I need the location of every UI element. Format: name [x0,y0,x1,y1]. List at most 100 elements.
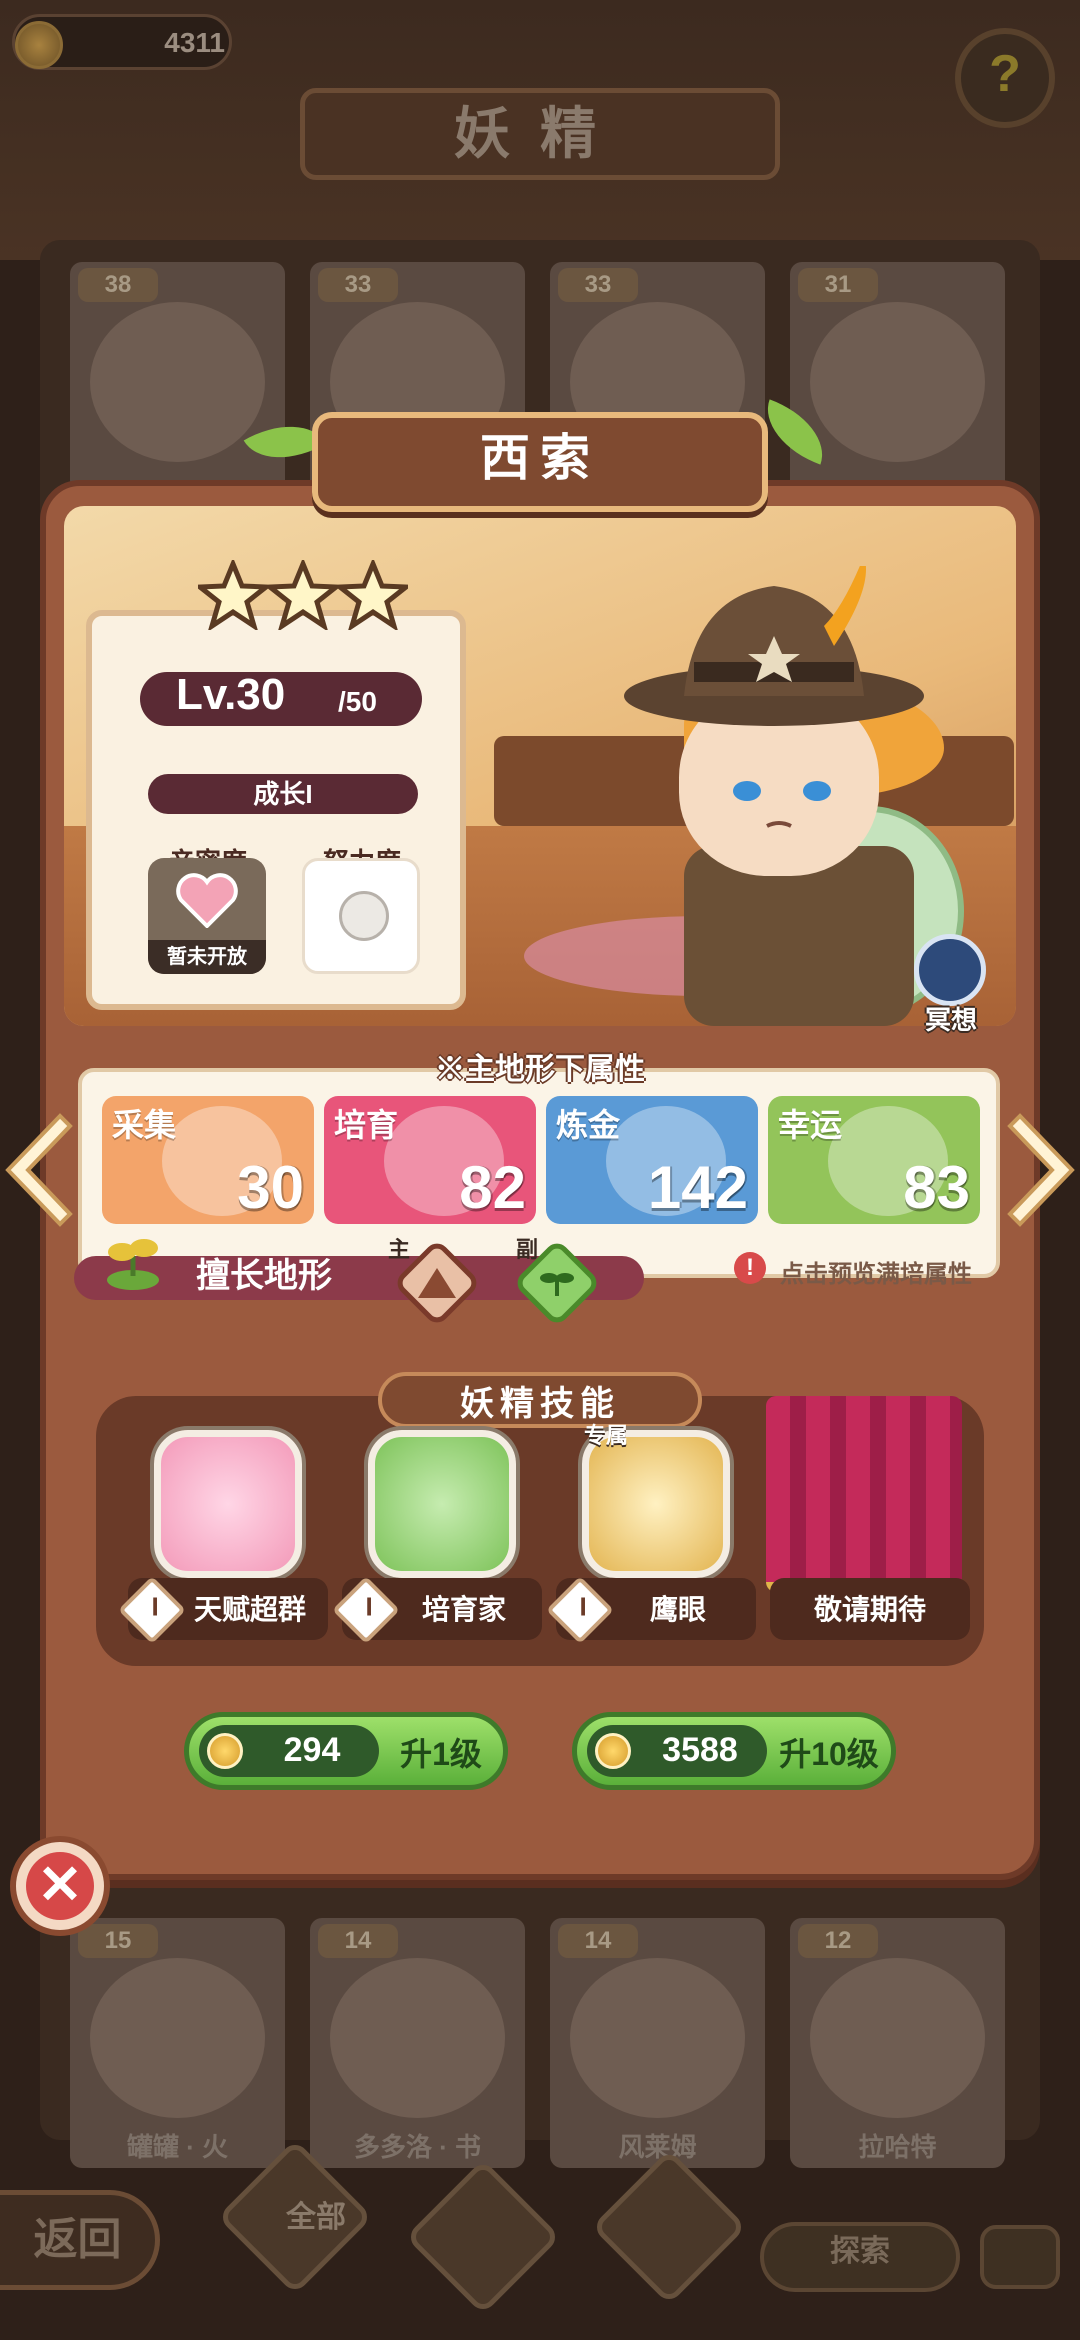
fairy-card[interactable]: 12 拉哈特 [790,1918,1005,2168]
fairy-name: 西索 [480,430,600,486]
attribute-name: 培育 [334,1107,399,1143]
previous-fairy-arrow[interactable] [0,1110,74,1230]
fairy-card-name: 多多洛 · 书 [353,2132,482,2162]
upgrade-label: 升1级 [400,1736,482,1772]
sprout-icon [107,1239,159,1290]
skill-header: 妖精技能 [378,1372,702,1428]
attribute-value: 83 [903,1154,970,1221]
fairy-portrait [90,302,265,462]
filter-tab[interactable] [591,2149,747,2305]
fairy-portrait [330,1958,505,2118]
back-button-label: 返回 [33,2215,122,2264]
coin-value: 4311 [164,27,225,58]
star-icon [198,560,268,630]
close-button[interactable]: ✕ [10,1836,110,1936]
fairy-card-name: 拉哈特 [858,2132,937,2162]
octopus-icon [154,1430,302,1578]
intimacy-status: 暂未开放 [148,940,266,974]
fairy-portrait [570,1958,745,2118]
preview-max-stats[interactable]: ! 点击预览满培属性 [734,1252,994,1288]
question-icon: ? [989,45,1021,103]
coin-icon [15,21,63,69]
filter-all-label: 全部 [286,2201,346,2234]
attribute-title: ※主地形下属性 [435,1053,645,1086]
explore-button[interactable]: 探索 [760,2222,960,2292]
heart-icon [176,873,238,928]
fairy-card-level: 31 [798,268,878,302]
attribute-name: 采集 [112,1107,177,1143]
page-title: 妖精 [300,88,780,180]
star-icon [268,560,338,630]
meditate-label: 冥想 [924,1005,977,1035]
back-button[interactable]: 返回 [0,2190,160,2290]
watering-can-icon [368,1430,516,1578]
skill-name: 天赋超群 [193,1594,306,1625]
level-value: Lv.30 [176,670,286,719]
bee-icon [582,1430,730,1578]
upgrade-cost: 3588 [662,1731,738,1769]
attribute-value: 82 [459,1154,526,1221]
skill-breeder[interactable]: I 培育家 [326,1430,542,1656]
fairy-card[interactable]: 14 风莱姆 [550,1918,765,2168]
fairy-card[interactable]: 38 [70,262,285,492]
meditate-button[interactable]: 冥想 [906,934,996,1044]
coin-counter: 4311 [12,14,232,70]
attribute-value: 30 [237,1154,304,1221]
upgrade-label: 升10级 [779,1736,879,1772]
skill-name-bar: 敬请期待 [770,1578,970,1640]
fairy-portrait [810,302,985,462]
skill-name: 鹰眼 [649,1594,706,1625]
effort-box[interactable] [302,858,420,974]
upgrade-cost: 294 [283,1731,341,1769]
fairy-portrait [810,1958,985,2118]
fairy-card-name: 罐罐 · 火 [126,2132,229,2162]
skill-eagle-eye[interactable]: 专属 I 鹰眼 [540,1423,756,1656]
fairy-card-name: 风莱姆 [618,2132,697,2162]
skill-talent[interactable]: I 天赋超群 [112,1430,328,1656]
fairy-card-level: 14 [558,1924,638,1958]
fairy-card[interactable]: 15 罐罐 · 火 [70,1918,285,2168]
attribute-name: 幸运 [778,1107,843,1143]
explore-button-label: 探索 [830,2235,890,2268]
alert-icon: ! [734,1252,766,1284]
attribute-nurture: 培育 82 [324,1096,536,1224]
skill-name: 培育家 [421,1594,506,1625]
coin-icon [595,1733,631,1769]
fairy-card-level: 33 [318,268,398,302]
star-icon [338,560,408,630]
cowboy-hat-icon [624,566,924,726]
fairy-card-level: 12 [798,1924,878,1958]
coming-soon-label: 敬请期待 [813,1594,926,1625]
skill-title: 妖精技能 [460,1385,620,1423]
exclusive-tag: 专属 [584,1423,629,1448]
attribute-luck: 幸运 83 [768,1096,980,1224]
skill-level-badge: I [546,1576,614,1644]
help-button[interactable]: ? [955,28,1055,128]
attribute-value: 142 [647,1154,748,1221]
cost-pill: 294 [199,1725,379,1777]
skill-name-bar: I 鹰眼 [546,1576,756,1644]
terrain-label: 擅长地形 [196,1257,332,1295]
fairy-card-level: 15 [78,1924,158,1958]
neutral-face-icon [339,891,389,941]
skill-name-bar: I 天赋超群 [118,1576,328,1644]
intimacy-box[interactable]: 暂未开放 [148,858,266,974]
fairy-card[interactable]: 14 多多洛 · 书 [310,1918,525,2168]
attribute-gather: 采集 30 [102,1096,314,1224]
sprout-terrain-icon[interactable] [514,1240,600,1326]
upgrade-10-button[interactable]: 3588 升10级 [572,1712,896,1790]
star-rating [110,560,408,640]
fairy-card[interactable]: 31 [790,262,1005,492]
preview-hint: 点击预览满培属性 [780,1261,972,1288]
upgrade-1-button[interactable]: 294 升1级 [184,1712,508,1790]
volcano-terrain-icon[interactable] [394,1240,480,1326]
fairy-name-plaque: 西索 [312,412,768,512]
fairy-portrait [90,1958,265,2118]
skill-coming-soon: 敬请期待 [754,1430,970,1656]
skill-name-bar: I 培育家 [332,1576,542,1644]
next-fairy-arrow[interactable] [1006,1110,1080,1230]
fairy-card-level: 38 [78,268,158,302]
fairy-card-level: 14 [318,1924,398,1958]
list-view-button[interactable] [980,2225,1060,2289]
filter-tab[interactable] [405,2159,561,2315]
